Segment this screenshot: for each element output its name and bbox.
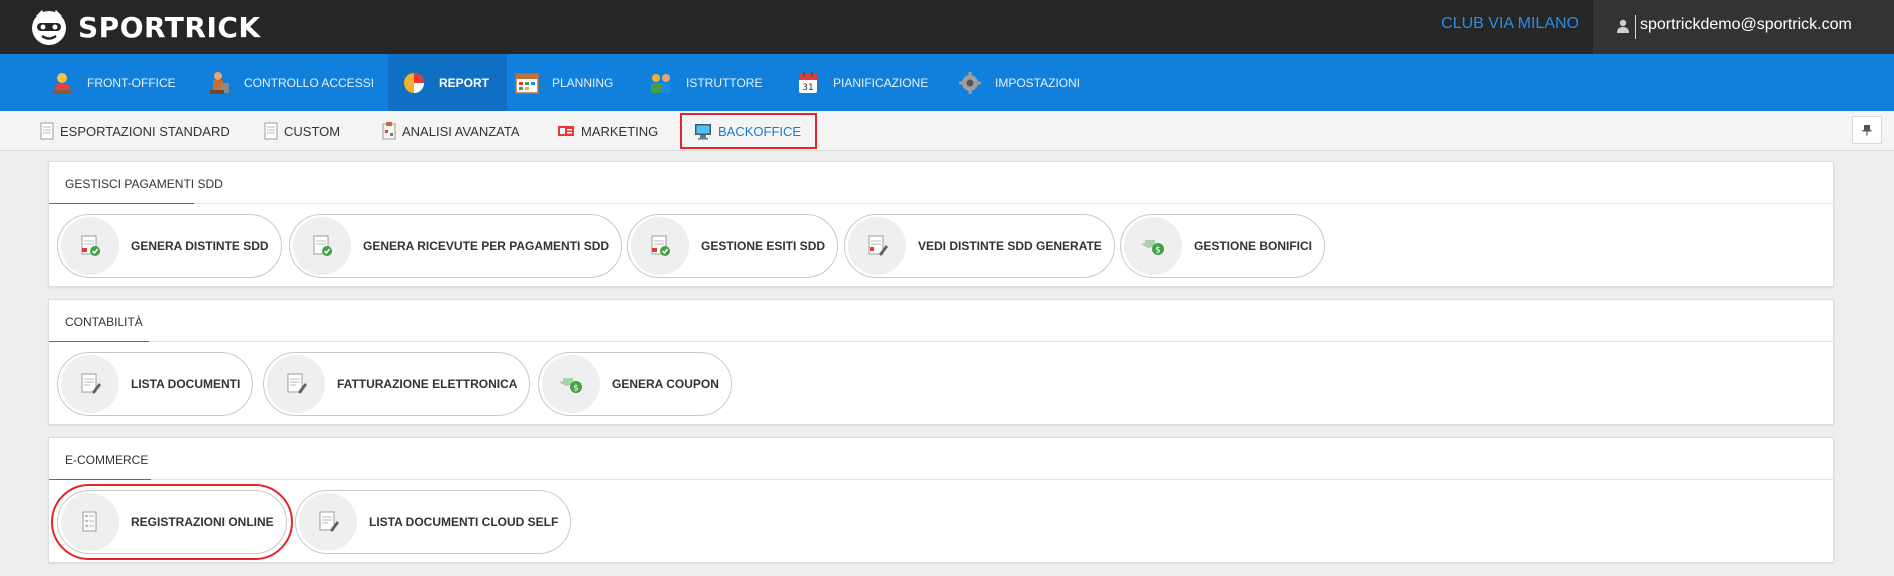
robot-logo-icon (32, 10, 66, 45)
section-title: GESTISCI PAGAMENTI SDD (65, 177, 223, 191)
action-vedi-distinte-sdd-generate[interactable]: VEDI DISTINTE SDD GENERATE (844, 214, 1115, 278)
receptionist-icon (53, 72, 71, 94)
brand-logo[interactable]: SPORTRICK (28, 4, 261, 50)
section-e-commerce: E-COMMERCE REGISTRAZIONI ONLINE LISTA DO… (48, 437, 1834, 563)
subnav-label: BACKOFFICE (718, 123, 802, 139)
sub-nav: ESPORTAZIONI STANDARD CUSTOM ANALISI AVA… (0, 111, 1894, 151)
section-title: E-COMMERCE (65, 453, 149, 467)
subnav-esportazioni-standard[interactable]: ESPORTAZIONI STANDARD (40, 118, 230, 144)
subnav-label: ANALISI AVANZATA (402, 123, 520, 139)
document-check-icon (81, 235, 100, 256)
action-label: GENERA DISTINTE SDD (131, 239, 269, 253)
section-gestisci-pagamenti-sdd: GESTISCI PAGAMENTI SDD GENERA DISTINTE S… (48, 161, 1834, 287)
document-icon (40, 122, 54, 140)
svg-text:$: $ (1155, 246, 1161, 256)
nav-label: CONTROLLO ACCESSI (244, 75, 375, 90)
subnav-label: ESPORTAZIONI STANDARD (60, 123, 230, 139)
monitor-icon (695, 124, 711, 140)
section-title: CONTABILITÀ (65, 315, 143, 329)
user-separator (1635, 15, 1636, 39)
megaphone-icon (558, 126, 574, 136)
nav-pianificazione[interactable]: 31 PIANIFICAZIONE (782, 54, 946, 111)
document-pen-icon (868, 235, 888, 256)
action-label: GESTIONE BONIFICI (1194, 239, 1313, 253)
nav-istruttore[interactable]: ISTRUTTORE (635, 54, 780, 111)
pin-icon (1862, 125, 1872, 136)
nav-label: PLANNING (552, 75, 614, 90)
user-icon (1617, 19, 1629, 33)
action-label: VEDI DISTINTE SDD GENERATE (918, 239, 1102, 253)
money-hand-icon: $ (1141, 240, 1164, 256)
form-icon (82, 511, 97, 532)
action-genera-distinte-sdd[interactable]: GENERA DISTINTE SDD (57, 214, 282, 278)
document-pen-icon (319, 511, 339, 532)
document-icon (264, 122, 278, 140)
nav-label: IMPOSTAZIONI (995, 75, 1081, 90)
main-nav: FRONT-OFFICE CONTROLLO ACCESSI REPORT PL… (0, 54, 1894, 111)
document-pen-icon (81, 373, 101, 394)
top-bar: SPORTRICK CLUB VIA MILANO sportrickdemo@… (0, 0, 1894, 54)
instructor-icon (651, 73, 671, 93)
subnav-label: MARKETING (581, 123, 659, 139)
action-label: GENERA RICEVUTE PER PAGAMENTI SDD (363, 239, 610, 253)
nav-controllo-accessi[interactable]: CONTROLLO ACCESSI (193, 54, 392, 111)
brand-name: SPORTRICK (78, 10, 261, 44)
pin-button[interactable] (1852, 116, 1882, 144)
subnav-marketing[interactable]: MARKETING (557, 118, 658, 144)
action-gestione-esiti-sdd[interactable]: GESTIONE ESITI SDD (627, 214, 839, 278)
action-gestione-bonifici[interactable]: $ GESTIONE BONIFICI (1120, 214, 1326, 278)
action-label: REGISTRAZIONI ONLINE (131, 515, 274, 529)
action-label: GESTIONE ESITI SDD (701, 239, 826, 253)
document-pen-icon (287, 373, 307, 394)
action-label: LISTA DOCUMENTI (131, 377, 241, 391)
pie-chart-icon (404, 72, 424, 93)
action-genera-ricevute-pagamenti-sdd[interactable]: GENERA RICEVUTE PER PAGAMENTI SDD (289, 214, 623, 278)
action-lista-documenti-cloud-self[interactable]: LISTA DOCUMENTI CLOUD SELF (295, 490, 572, 554)
nav-label: FRONT-OFFICE (87, 75, 176, 90)
document-check-icon (651, 235, 670, 256)
action-label: FATTURAZIONE ELETTRONICA (337, 377, 518, 391)
section-header: GESTISCI PAGAMENTI SDD (49, 162, 1833, 204)
clipboard-icon (382, 122, 396, 140)
section-contabilita: CONTABILITÀ LISTA DOCUMENTI FATTURAZIONE… (48, 299, 1834, 425)
svg-text:31: 31 (802, 83, 813, 93)
money-hand-icon: $ (559, 378, 582, 394)
calendar-icon: 31 (799, 71, 817, 93)
action-label: LISTA DOCUMENTI CLOUD SELF (369, 515, 559, 529)
action-fatturazione-elettronica[interactable]: FATTURAZIONE ELETTRONICA (263, 352, 531, 416)
nav-front-office[interactable]: FRONT-OFFICE (36, 54, 194, 111)
section-header: CONTABILITÀ (49, 300, 1833, 342)
document-check-icon (313, 235, 332, 256)
nav-label: PIANIFICAZIONE (833, 75, 929, 90)
calendar-grid-icon (515, 72, 539, 94)
subnav-analisi-avanzata[interactable]: ANALISI AVANZATA (382, 118, 520, 144)
turnstile-icon (210, 71, 229, 94)
svg-text:$: $ (573, 384, 579, 394)
subnav-label: CUSTOM (284, 123, 341, 139)
section-header: E-COMMERCE (49, 438, 1833, 480)
user-email: sportrickdemo@sportrick.com (1640, 16, 1852, 33)
nav-label: REPORT (439, 75, 490, 90)
subnav-custom[interactable]: CUSTOM (264, 118, 340, 144)
action-label: GENERA COUPON (612, 377, 719, 391)
nav-impostazioni[interactable]: IMPOSTAZIONI (944, 54, 1098, 111)
action-lista-documenti[interactable]: LISTA DOCUMENTI (57, 352, 254, 416)
nav-label: ISTRUTTORE (686, 75, 763, 90)
action-genera-coupon[interactable]: $ GENERA COUPON (538, 352, 732, 416)
user-menu[interactable]: sportrickdemo@sportrick.com (1593, 0, 1894, 54)
nav-planning[interactable]: PLANNING (501, 54, 631, 111)
action-registrazioni-online[interactable]: REGISTRAZIONI ONLINE (51, 484, 293, 560)
gear-icon (959, 71, 981, 94)
subnav-backoffice[interactable]: BACKOFFICE (680, 113, 818, 149)
nav-report[interactable]: REPORT (388, 54, 508, 111)
club-name[interactable]: CLUB VIA MILANO (1441, 15, 1579, 33)
